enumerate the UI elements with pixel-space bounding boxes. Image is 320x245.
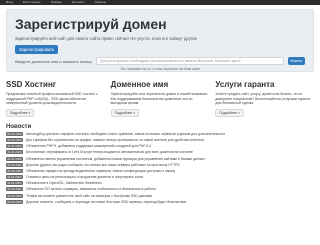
news-date-badge: 01.01.2024: [6, 168, 23, 173]
service-description: Зарегистрируйте или перенесите домен в н…: [110, 92, 209, 106]
domain-input-label: Введите доменное имя и нажмите кнопку: [15, 58, 93, 64]
news-link[interactable]: Обновлено ПО на всех серверах, повышена …: [26, 187, 156, 192]
news-date-badge: 01.01.2024: [6, 156, 23, 161]
news-link[interactable]: Дорогие клиенты, сообщаем о переезде на …: [26, 200, 186, 205]
top-navigation-bar: Вход Регистрация Тарифы Контакты Помощь: [0, 0, 320, 5]
service-ssd-hosting: SSD Хостинг Предлагаем платный профессио…: [6, 80, 105, 117]
news-date-badge: 01.01.2024: [6, 199, 23, 204]
more-button[interactable]: Подробнее »: [110, 108, 140, 117]
domain-registration-hero: Зарегистрируй домен Зарегистрируйте веб-…: [6, 9, 314, 72]
topbar-link-register[interactable]: Регистрация: [23, 0, 41, 5]
service-domain-name: Доменное имя Зарегистрируйте или перенес…: [110, 80, 210, 117]
news-link[interactable]: Обновлены тарифы на аренду выделенных се…: [26, 169, 175, 174]
topbar-link-pricing[interactable]: Тарифы: [50, 0, 61, 5]
service-escrow: Услуги гаранта Хотите продать сайт, услу…: [215, 80, 314, 117]
news-link[interactable]: Дорогие друзья, мы рады сообщить что теп…: [26, 163, 180, 168]
news-date-badge: 01.01.2024: [6, 193, 23, 198]
services-columns: SSD Хостинг Предлагаем платный профессио…: [6, 80, 314, 117]
news-date-badge: 01.01.2024: [6, 175, 23, 180]
service-title: SSD Хостинг: [6, 80, 57, 89]
news-title: Новости: [6, 123, 32, 130]
service-title: Доменное имя: [110, 80, 169, 89]
news-section: Новости 01.01.2024 Автоподбор для всех та…: [6, 123, 314, 206]
news-date-badge: 01.01.2024: [6, 131, 23, 136]
news-link[interactable]: Обновление в OpenSSL, библиотеке Heartbl…: [26, 181, 102, 186]
more-button[interactable]: Подробнее »: [6, 108, 35, 117]
news-link[interactable]: Обновление PHP 8, добавлена поддержка ра…: [26, 144, 151, 149]
news-link[interactable]: Теперь вы можете разместить свой сайт на…: [26, 194, 152, 199]
domain-search-row: Введите доменное имя и нажмите кнопку Дл…: [15, 57, 305, 65]
news-date-badge: 01.01.2024: [6, 150, 23, 155]
hero-note: Это повлияет на то, что вы получите на э…: [120, 67, 200, 71]
news-link[interactable]: Снижены цены на регистрацию и продление …: [26, 175, 143, 180]
topbar-link-contacts[interactable]: Контакты: [72, 0, 85, 5]
domain-search-input[interactable]: Для регистрации необходимо авторизироват…: [96, 57, 284, 65]
register-button[interactable]: Зарегистрировать: [15, 45, 59, 54]
news-item: 01.01.2024 Дорогие клиенты, сообщаем о пе…: [6, 199, 314, 206]
news-date-badge: 01.01.2024: [6, 187, 23, 192]
news-link[interactable]: Для тарифов без ограничения на трафик, л…: [26, 138, 204, 143]
topbar-link-login[interactable]: Вход: [6, 0, 13, 5]
news-link[interactable]: Обновлена панель управления хостингом, д…: [26, 157, 205, 162]
news-date-badge: 01.01.2024: [6, 162, 23, 167]
news-link[interactable]: Автоподбор для всех тарифов хостинга; св…: [26, 132, 225, 137]
domain-search-button[interactable]: Искать: [287, 57, 305, 65]
service-description: Предлагаем платный профессиональный SSD …: [6, 92, 98, 106]
news-date-badge: 01.01.2024: [6, 144, 23, 149]
hero-subtitle: Зарегистрируйте веб-сайт для своего сайт…: [15, 36, 197, 41]
news-link[interactable]: Бесплатные сертификаты от Let's Encrypt …: [26, 150, 193, 155]
news-date-badge: 01.01.2024: [6, 181, 23, 186]
news-date-badge: 01.01.2024: [6, 137, 23, 142]
hero-title: Зарегистрируй домен: [15, 16, 167, 32]
service-title: Услуги гаранта: [215, 80, 275, 89]
service-description: Хотите продать сайт, услугу, домен или б…: [215, 92, 311, 106]
more-button[interactable]: Подробнее »: [215, 108, 244, 117]
topbar-link-help[interactable]: Помощь: [95, 0, 107, 5]
